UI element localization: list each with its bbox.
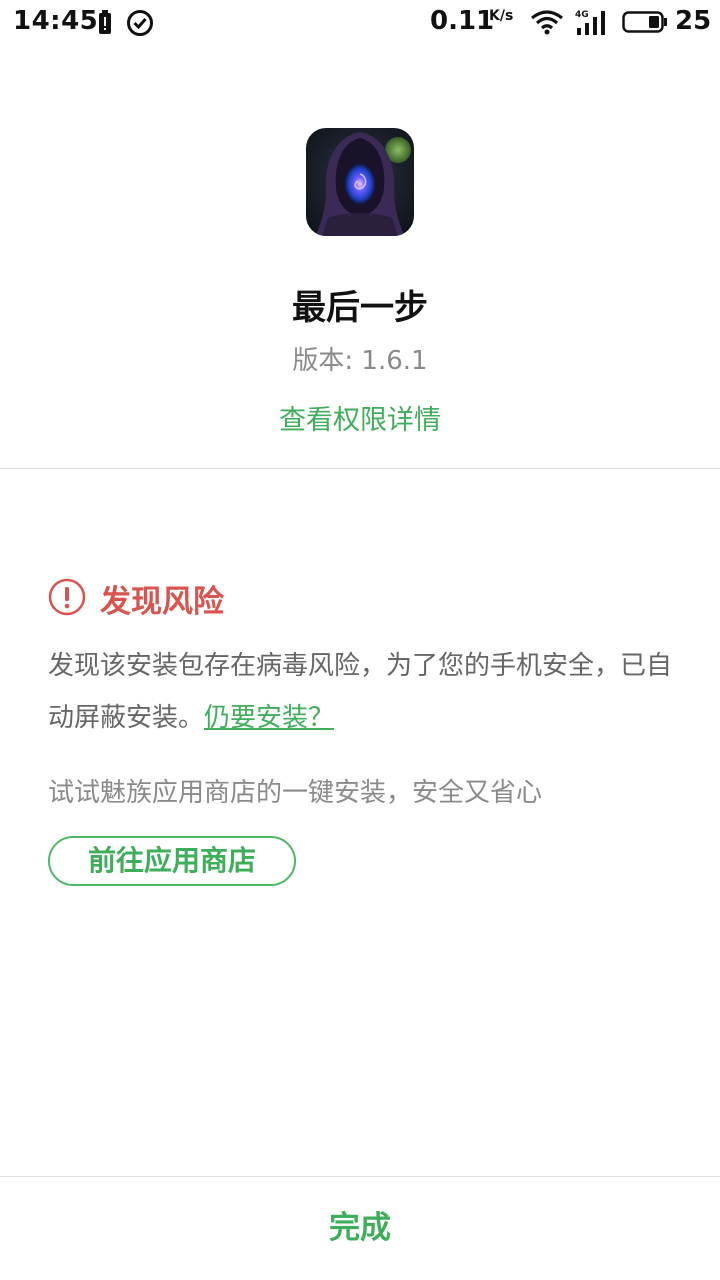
network-type-label: 4G (575, 10, 589, 20)
warning-circle-icon (48, 578, 86, 616)
net-speed-unit: K/s (489, 8, 514, 24)
done-button[interactable]: 完成 (0, 1177, 720, 1280)
battery-alert-icon (99, 10, 111, 34)
app-name: 最后一步 (292, 288, 428, 328)
battery-icon (622, 11, 667, 33)
check-circle-icon (127, 10, 153, 36)
app-version: 版本: 1.6.1 (292, 346, 428, 376)
status-time: 14:45 (13, 6, 99, 36)
store-hint: 试试魅族应用商店的一键安装，安全又省心 (48, 778, 543, 808)
app-icon (306, 128, 414, 236)
status-bar: 14:45 0.11 K/s 4G 25 (0, 0, 720, 46)
wifi-icon (531, 10, 563, 35)
risk-title: 发现风险 (100, 584, 224, 620)
view-permissions-link[interactable]: 查看权限详情 (0, 398, 720, 437)
go-to-app-store-button[interactable]: 前往应用商店 (48, 836, 296, 886)
battery-level: 25 (675, 6, 712, 36)
risk-body-text: 发现该安装包存在病毒风险，为了您的手机安全，已自动屏蔽安装。 (48, 651, 673, 733)
net-speed: 0.11 (430, 6, 495, 36)
cell-signal-icon: 4G (575, 10, 605, 35)
header-divider (0, 468, 720, 469)
still-install-link[interactable]: 仍要安装？ (204, 703, 334, 733)
risk-description: 发现该安装包存在病毒风险，为了您的手机安全，已自动屏蔽安装。仍要安装？ (48, 640, 688, 744)
hooded-figure-game-icon (306, 128, 414, 236)
